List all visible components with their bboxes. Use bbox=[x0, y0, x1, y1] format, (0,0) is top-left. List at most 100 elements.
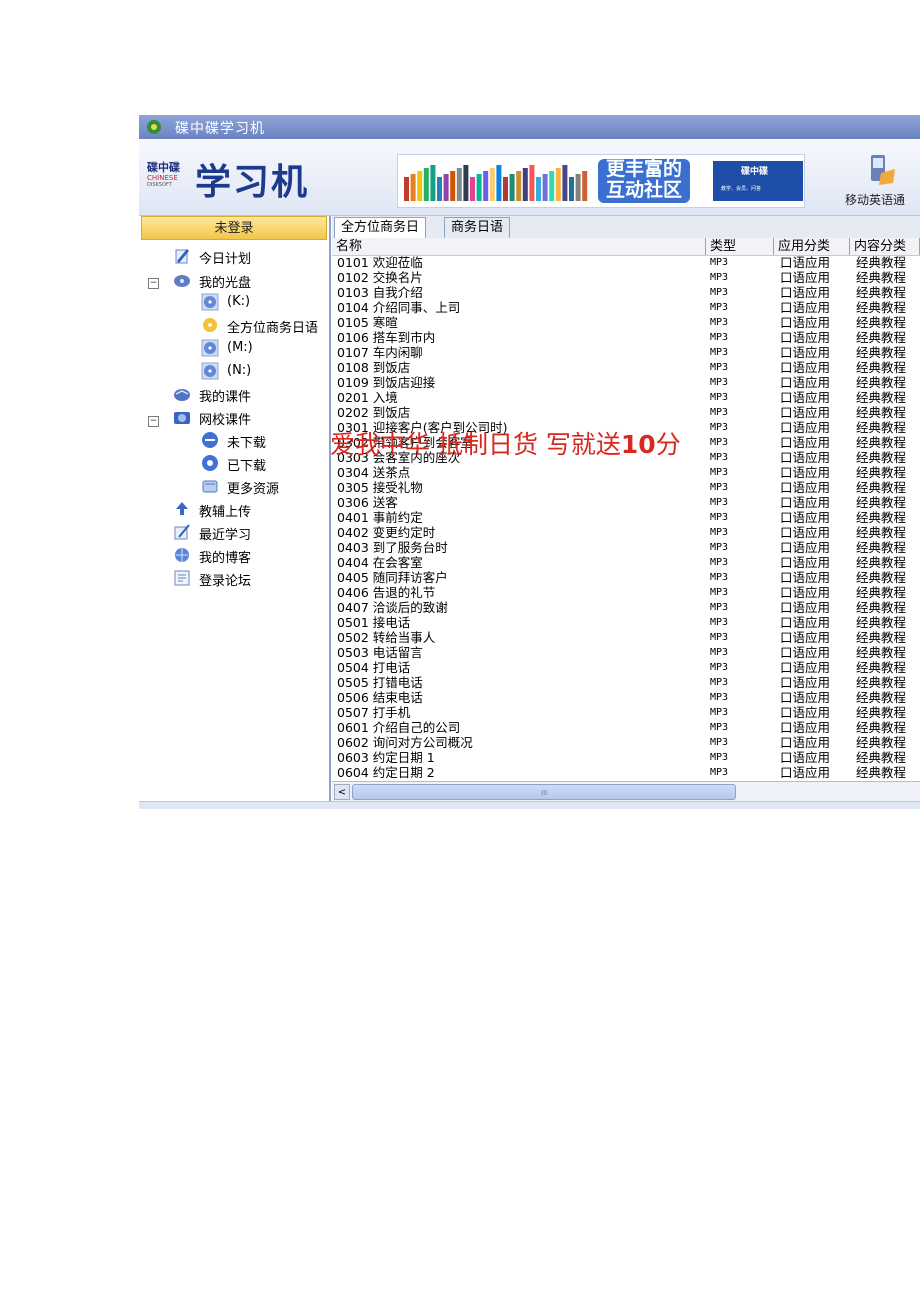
content-pane: 全方位商务日 商务日语 名称 类型 应用分类 内容分类 0101 欢迎莅临 MP3… bbox=[332, 216, 920, 809]
table-row[interactable]: 0405 随同拜访客户 MP3 口语应用 经典教程 bbox=[332, 570, 920, 585]
mobile-english-button[interactable]: 移动英语通 bbox=[845, 153, 920, 209]
table-row[interactable]: 0601 介绍自己的公司 MP3 口语应用 经典教程 bbox=[332, 720, 920, 735]
upload-icon bbox=[176, 502, 188, 515]
table-row[interactable]: 0406 告退的礼节 MP3 口语应用 经典教程 bbox=[332, 585, 920, 600]
pencil-shape bbox=[404, 177, 409, 201]
table-row[interactable]: 0504 打电话 MP3 口语应用 经典教程 bbox=[332, 660, 920, 675]
cell-content-category: 经典教程 bbox=[856, 315, 907, 330]
login-status-button[interactable]: 未登录 bbox=[141, 216, 327, 240]
cell-name: 0402 变更约定时 bbox=[337, 525, 436, 540]
table-row[interactable]: 0501 接电话 MP3 口语应用 经典教程 bbox=[332, 615, 920, 630]
table-row[interactable]: 0507 打手机 MP3 口语应用 经典教程 bbox=[332, 705, 920, 720]
cell-type: MP3 bbox=[710, 437, 729, 448]
table-row[interactable]: 0306 送客 MP3 口语应用 经典教程 bbox=[332, 495, 920, 510]
mobile-phone-icon bbox=[871, 155, 895, 185]
cell-type: MP3 bbox=[710, 617, 729, 628]
cell-type: MP3 bbox=[710, 332, 729, 343]
cell-app-category: 口语应用 bbox=[780, 660, 831, 675]
app-logo-title: 学习机 bbox=[195, 162, 310, 203]
cell-content-category: 经典教程 bbox=[856, 540, 907, 555]
watermark-suffix: 分 bbox=[655, 430, 681, 459]
cell-name: 0201 入境 bbox=[337, 390, 398, 405]
table-row[interactable]: 0103 自我介绍 MP3 口语应用 经典教程 bbox=[332, 285, 920, 300]
table-row[interactable]: 0506 结束电话 MP3 口语应用 经典教程 bbox=[332, 690, 920, 705]
cell-type: MP3 bbox=[710, 752, 729, 763]
table-row[interactable]: 0402 变更约定时 MP3 口语应用 经典教程 bbox=[332, 525, 920, 540]
pencil-shape bbox=[430, 165, 436, 201]
collapse-toggle-online-courseware[interactable]: − bbox=[148, 416, 159, 427]
sidebar-item-label: 登录论坛 bbox=[199, 574, 252, 589]
table-row[interactable]: 0102 交换名片 MP3 口语应用 经典教程 bbox=[332, 270, 920, 285]
ad-banner[interactable]: 更丰富的 互动社区 碟中碟 教学、会员、问答 bbox=[397, 154, 805, 208]
cell-type: MP3 bbox=[710, 497, 729, 508]
pencil-shape bbox=[503, 177, 508, 201]
table-row[interactable]: 0105 寒暄 MP3 口语应用 经典教程 bbox=[332, 315, 920, 330]
table-row[interactable]: 0107 车内闲聊 MP3 口语应用 经典教程 bbox=[332, 345, 920, 360]
tab-business-japanese-full[interactable]: 全方位商务日 bbox=[334, 217, 427, 238]
title-bar[interactable]: 碟中碟学习机 bbox=[139, 115, 920, 139]
cell-app-category: 口语应用 bbox=[780, 390, 831, 405]
table-row[interactable]: 0603 约定日期 1 MP3 口语应用 经典教程 bbox=[332, 750, 920, 765]
cell-content-category: 经典教程 bbox=[856, 735, 907, 750]
table-row[interactable]: 0407 洽谈后的致谢 MP3 口语应用 经典教程 bbox=[332, 600, 920, 615]
cell-name: 0407 洽谈后的致谢 bbox=[337, 600, 448, 615]
cell-name: 0106 搭车到市内 bbox=[337, 330, 436, 345]
content-horizontal-scrollbar[interactable]: < III bbox=[332, 781, 920, 802]
download-done-icon bbox=[202, 455, 218, 471]
pencil-shape bbox=[410, 174, 416, 201]
column-header-type[interactable]: 类型 bbox=[706, 238, 774, 255]
table-row[interactable]: 0109 到饭店迎接 MP3 口语应用 经典教程 bbox=[332, 375, 920, 390]
scroll-left-button[interactable]: < bbox=[334, 784, 350, 800]
table-row[interactable]: 0104 介绍同事、上司 MP3 口语应用 经典教程 bbox=[332, 300, 920, 315]
pencil-shape bbox=[536, 177, 541, 201]
table-row[interactable]: 0304 送茶点 MP3 口语应用 经典教程 bbox=[332, 465, 920, 480]
sidebar-item-label: 更多资源 bbox=[227, 482, 280, 497]
table-row[interactable]: 0404 在会客室 MP3 口语应用 经典教程 bbox=[332, 555, 920, 570]
watermark-text: 爱我中华 抵制日货 写就送10分 bbox=[330, 425, 681, 461]
cell-app-category: 口语应用 bbox=[780, 555, 831, 570]
cell-type: MP3 bbox=[710, 527, 729, 538]
table-row[interactable]: 0505 打错电话 MP3 口语应用 经典教程 bbox=[332, 675, 920, 690]
cell-name: 0104 介绍同事、上司 bbox=[337, 300, 461, 315]
table-row[interactable]: 0305 接受礼物 MP3 口语应用 经典教程 bbox=[332, 480, 920, 495]
cell-content-category: 经典教程 bbox=[856, 675, 907, 690]
book-icon bbox=[174, 389, 190, 401]
cell-name: 0102 交换名片 bbox=[337, 270, 423, 285]
column-header-name[interactable]: 名称 bbox=[332, 238, 706, 255]
status-bar bbox=[139, 801, 920, 809]
tab-business-japanese[interactable]: 商务日语 bbox=[444, 217, 511, 238]
cell-app-category: 口语应用 bbox=[780, 330, 831, 345]
table-row[interactable]: 0201 入境 MP3 口语应用 经典教程 bbox=[332, 390, 920, 405]
table-row[interactable]: 0403 到了服务台时 MP3 口语应用 经典教程 bbox=[332, 540, 920, 555]
table-row[interactable]: 0502 转给当事人 MP3 口语应用 经典教程 bbox=[332, 630, 920, 645]
cell-type: MP3 bbox=[710, 347, 729, 358]
cell-app-category: 口语应用 bbox=[780, 345, 831, 360]
cell-type: MP3 bbox=[710, 452, 729, 463]
cell-content-category: 经典教程 bbox=[856, 645, 907, 660]
cell-content-category: 经典教程 bbox=[856, 255, 907, 270]
banner-slogan-line2: 互动社区 bbox=[605, 179, 682, 201]
table-row[interactable]: 0106 搭车到市内 MP3 口语应用 经典教程 bbox=[332, 330, 920, 345]
cell-name: 0406 告退的礼节 bbox=[337, 585, 436, 600]
table-row[interactable]: 0202 到饭店 MP3 口语应用 经典教程 bbox=[332, 405, 920, 420]
column-header-content-category[interactable]: 内容分类 bbox=[850, 238, 920, 255]
table-row[interactable]: 0101 欢迎莅临 MP3 口语应用 经典教程 bbox=[332, 255, 920, 270]
column-header-app-category[interactable]: 应用分类 bbox=[774, 238, 850, 255]
cell-type: MP3 bbox=[710, 647, 729, 658]
table-row[interactable]: 0503 电话留言 MP3 口语应用 经典教程 bbox=[332, 645, 920, 660]
cell-content-category: 经典教程 bbox=[856, 750, 907, 765]
cell-app-category: 口语应用 bbox=[780, 630, 831, 645]
table-row[interactable]: 0401 事前约定 MP3 口语应用 经典教程 bbox=[332, 510, 920, 525]
cell-content-category: 经典教程 bbox=[856, 465, 907, 480]
cell-app-category: 口语应用 bbox=[780, 375, 831, 390]
cell-content-category: 经典教程 bbox=[856, 615, 907, 630]
sidebar-item-label: 已下载 bbox=[227, 459, 267, 474]
cell-content-category: 经典教程 bbox=[856, 390, 907, 405]
table-row[interactable]: 0602 询问对方公司概况 MP3 口语应用 经典教程 bbox=[332, 735, 920, 750]
scroll-thumb[interactable]: III bbox=[352, 784, 736, 800]
cell-app-category: 口语应用 bbox=[780, 525, 831, 540]
cell-name: 0404 在会客室 bbox=[337, 555, 423, 570]
table-row[interactable]: 0604 约定日期 2 MP3 口语应用 经典教程 bbox=[332, 765, 920, 780]
table-row[interactable]: 0108 到饭店 MP3 口语应用 经典教程 bbox=[332, 360, 920, 375]
collapse-toggle-my-discs[interactable]: − bbox=[148, 278, 159, 289]
